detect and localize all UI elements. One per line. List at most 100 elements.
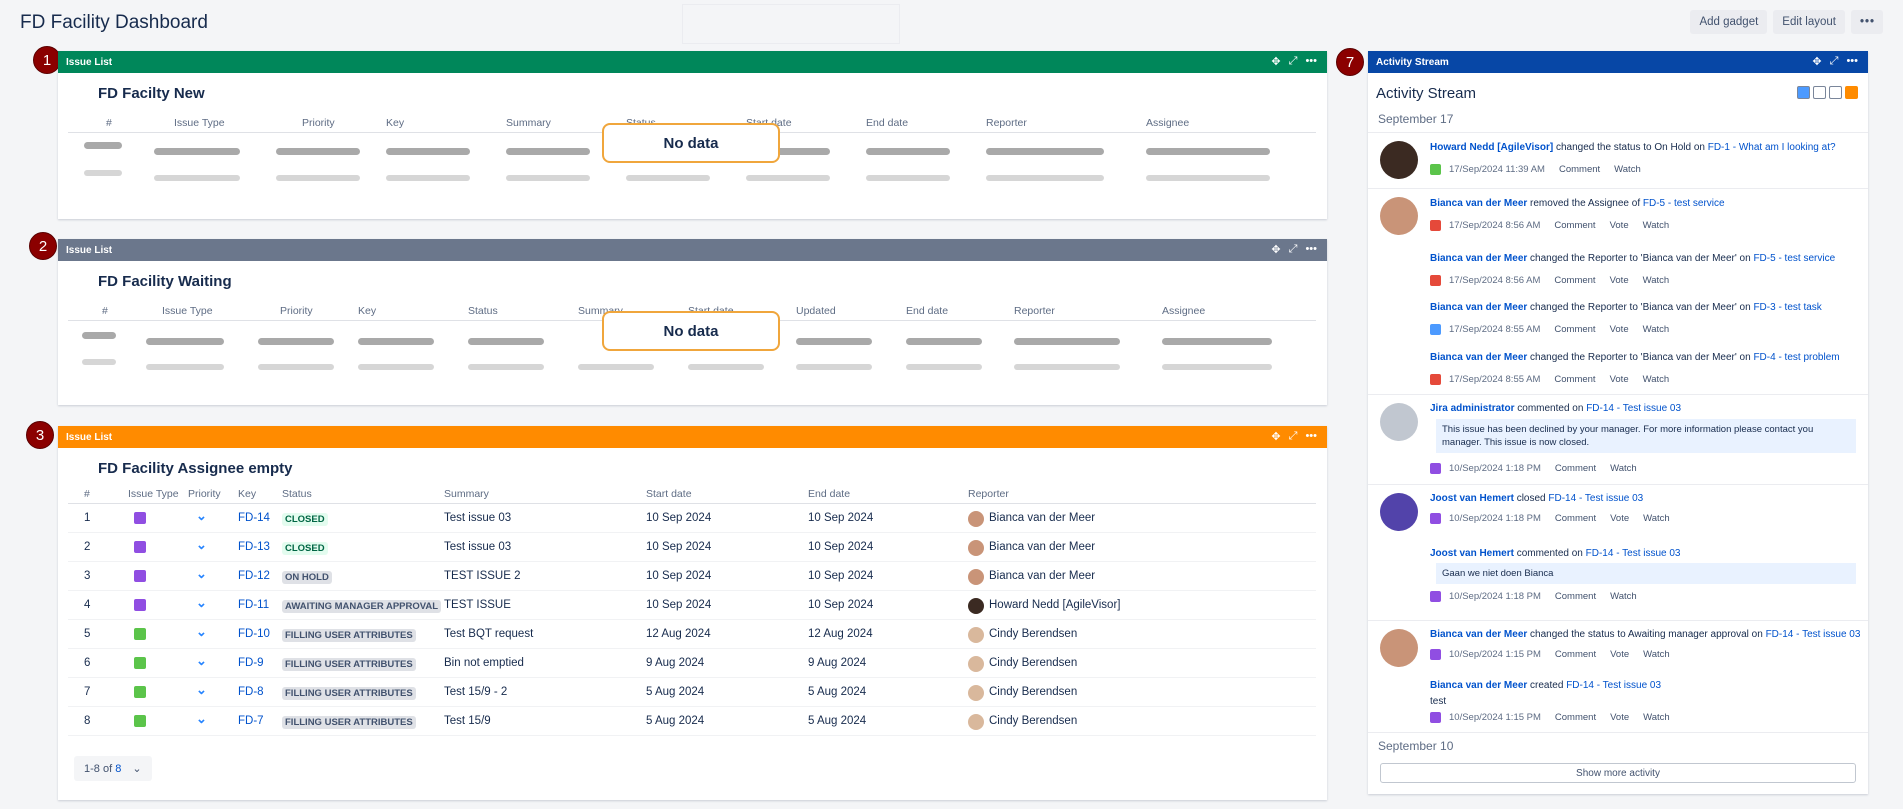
more-icon[interactable]: ••• <box>1305 430 1317 443</box>
comment-action[interactable]: Comment <box>1554 220 1595 231</box>
col-header[interactable]: Reporter <box>1014 305 1055 317</box>
expand-icon[interactable]: ⤢ <box>1830 55 1839 68</box>
more-actions-button[interactable]: ••• <box>1851 10 1883 34</box>
issue-link[interactable]: FD-5 - test service <box>1643 198 1725 209</box>
user-link[interactable]: Jira administrator <box>1430 403 1514 414</box>
issue-key-link[interactable]: FD-13 <box>238 541 270 553</box>
col-header[interactable]: Issue Type <box>174 117 225 129</box>
col-header[interactable]: # <box>84 488 90 500</box>
reporter-name[interactable]: Cindy Berendsen <box>989 686 1077 698</box>
user-link[interactable]: Howard Nedd [AgileVisor] <box>1430 142 1553 153</box>
col-header[interactable]: Summary <box>444 488 489 500</box>
col-header[interactable]: Key <box>238 488 256 500</box>
avatar[interactable] <box>1380 493 1418 531</box>
comment-action[interactable]: Comment <box>1555 463 1596 474</box>
col-header[interactable]: Key <box>358 305 376 317</box>
add-gadget-button[interactable]: Add gadget <box>1690 10 1768 34</box>
vote-action[interactable]: Vote <box>1610 324 1629 335</box>
vote-action[interactable]: Vote <box>1610 712 1629 723</box>
col-header[interactable]: Key <box>386 117 404 129</box>
user-link[interactable]: Bianca van der Meer <box>1430 352 1527 363</box>
user-link[interactable]: Joost van Hemert <box>1430 548 1514 559</box>
watch-action[interactable]: Watch <box>1643 324 1670 335</box>
issue-key-link[interactable]: FD-11 <box>238 599 269 611</box>
issue-link[interactable]: FD-14 - Test issue 03 <box>1766 629 1861 640</box>
issue-link[interactable]: FD-1 - What am I looking at? <box>1708 142 1836 153</box>
summary[interactable]: Test BQT request <box>444 628 533 640</box>
issue-link[interactable]: FD-14 - Test issue 03 <box>1586 403 1681 414</box>
issue-key-link[interactable]: FD-9 <box>238 657 264 669</box>
user-link[interactable]: Bianca van der Meer <box>1430 629 1527 640</box>
user-link[interactable]: Bianca van der Meer <box>1430 302 1527 313</box>
col-header[interactable]: Summary <box>506 117 551 129</box>
table-row[interactable]: 5 ⌄ FD-10 FILLING USER ATTRIBUTES Test BQT r… <box>68 620 1316 649</box>
watch-action[interactable]: Watch <box>1643 712 1670 723</box>
reporter-name[interactable]: Bianca van der Meer <box>989 512 1095 524</box>
issue-key-link[interactable]: FD-8 <box>238 686 264 698</box>
user-link[interactable]: Joost van Hemert <box>1430 493 1514 504</box>
expand-icon[interactable]: ⤢ <box>1289 243 1298 256</box>
user-link[interactable]: Bianca van der Meer <box>1430 680 1527 691</box>
issue-key-link[interactable]: FD-12 <box>238 570 270 582</box>
vote-action[interactable]: Vote <box>1610 374 1629 385</box>
move-icon[interactable]: ✥ <box>1271 430 1280 443</box>
show-more-button[interactable]: Show more activity <box>1380 763 1856 783</box>
rss-icon[interactable] <box>1845 86 1858 99</box>
table-row[interactable]: 6 ⌄ FD-9 FILLING USER ATTRIBUTES Bin not emp… <box>68 649 1316 678</box>
comment-action[interactable]: Comment <box>1554 374 1595 385</box>
summary[interactable]: Test issue 03 <box>444 512 511 524</box>
watch-action[interactable]: Watch <box>1610 591 1637 602</box>
more-icon[interactable]: ••• <box>1305 243 1317 256</box>
col-header[interactable]: End date <box>906 305 948 317</box>
comment-action[interactable]: Comment <box>1555 591 1596 602</box>
watch-action[interactable]: Watch <box>1610 463 1637 474</box>
table-row[interactable]: 3 ⌄ FD-12 ON HOLD TEST ISSUE 2 10 Sep 2024 10 … <box>68 562 1316 591</box>
col-header[interactable]: Status <box>282 488 312 500</box>
issue-link[interactable]: FD-14 - Test issue 03 <box>1586 548 1681 559</box>
more-icon[interactable]: ••• <box>1846 55 1858 68</box>
col-header[interactable]: Issue Type <box>128 488 179 500</box>
watch-action[interactable]: Watch <box>1643 220 1670 231</box>
col-header[interactable]: Reporter <box>986 117 1027 129</box>
col-header[interactable]: Priority <box>280 305 313 317</box>
col-header[interactable]: Assignee <box>1146 117 1189 129</box>
comment-action[interactable]: Comment <box>1554 324 1595 335</box>
avatar[interactable] <box>1380 197 1418 235</box>
summary[interactable]: TEST ISSUE <box>444 599 511 611</box>
col-header[interactable]: End date <box>808 488 850 500</box>
watch-action[interactable]: Watch <box>1643 275 1670 286</box>
table-row[interactable]: 8 ⌄ FD-7 FILLING USER ATTRIBUTES Test 15/9 5 … <box>68 707 1316 736</box>
col-header[interactable]: Assignee <box>1162 305 1205 317</box>
col-header[interactable]: Priority <box>188 488 221 500</box>
col-header[interactable]: End date <box>866 117 908 129</box>
watch-action[interactable]: Watch <box>1643 649 1670 660</box>
summary[interactable]: Test issue 03 <box>444 541 511 553</box>
col-header[interactable]: Reporter <box>968 488 1009 500</box>
comment-action[interactable]: Comment <box>1555 513 1596 524</box>
vote-action[interactable]: Vote <box>1610 513 1629 524</box>
comment-action[interactable]: Comment <box>1555 649 1596 660</box>
col-header[interactable]: Status <box>468 305 498 317</box>
comment-action[interactable]: Comment <box>1555 712 1596 723</box>
issue-key-link[interactable]: FD-14 <box>238 512 270 524</box>
col-header[interactable]: Issue Type <box>162 305 213 317</box>
col-header[interactable]: Start date <box>646 488 692 500</box>
avatar[interactable] <box>1380 141 1418 179</box>
more-icon[interactable]: ••• <box>1305 55 1317 68</box>
edit-layout-button[interactable]: Edit layout <box>1773 10 1845 34</box>
summary[interactable]: Test 15/9 - 2 <box>444 686 507 698</box>
vote-action[interactable]: Vote <box>1610 220 1629 231</box>
gadget-view-icon[interactable] <box>1829 86 1842 99</box>
chevron-down-icon[interactable]: ⌄ <box>132 763 141 775</box>
reporter-name[interactable]: Bianca van der Meer <box>989 570 1095 582</box>
expand-icon[interactable]: ⤢ <box>1289 55 1298 68</box>
pager-total-link[interactable]: 8 <box>115 763 121 775</box>
summary[interactable]: TEST ISSUE 2 <box>444 570 520 582</box>
reporter-name[interactable]: Bianca van der Meer <box>989 541 1095 553</box>
avatar[interactable] <box>1380 629 1418 667</box>
detail-view-icon[interactable] <box>1813 86 1826 99</box>
pagination[interactable]: 1-8 of 8 ⌄ <box>74 756 152 781</box>
issue-link[interactable]: FD-5 - test service <box>1753 253 1835 264</box>
watch-action[interactable]: Watch <box>1643 513 1670 524</box>
move-icon[interactable]: ✥ <box>1271 243 1280 256</box>
